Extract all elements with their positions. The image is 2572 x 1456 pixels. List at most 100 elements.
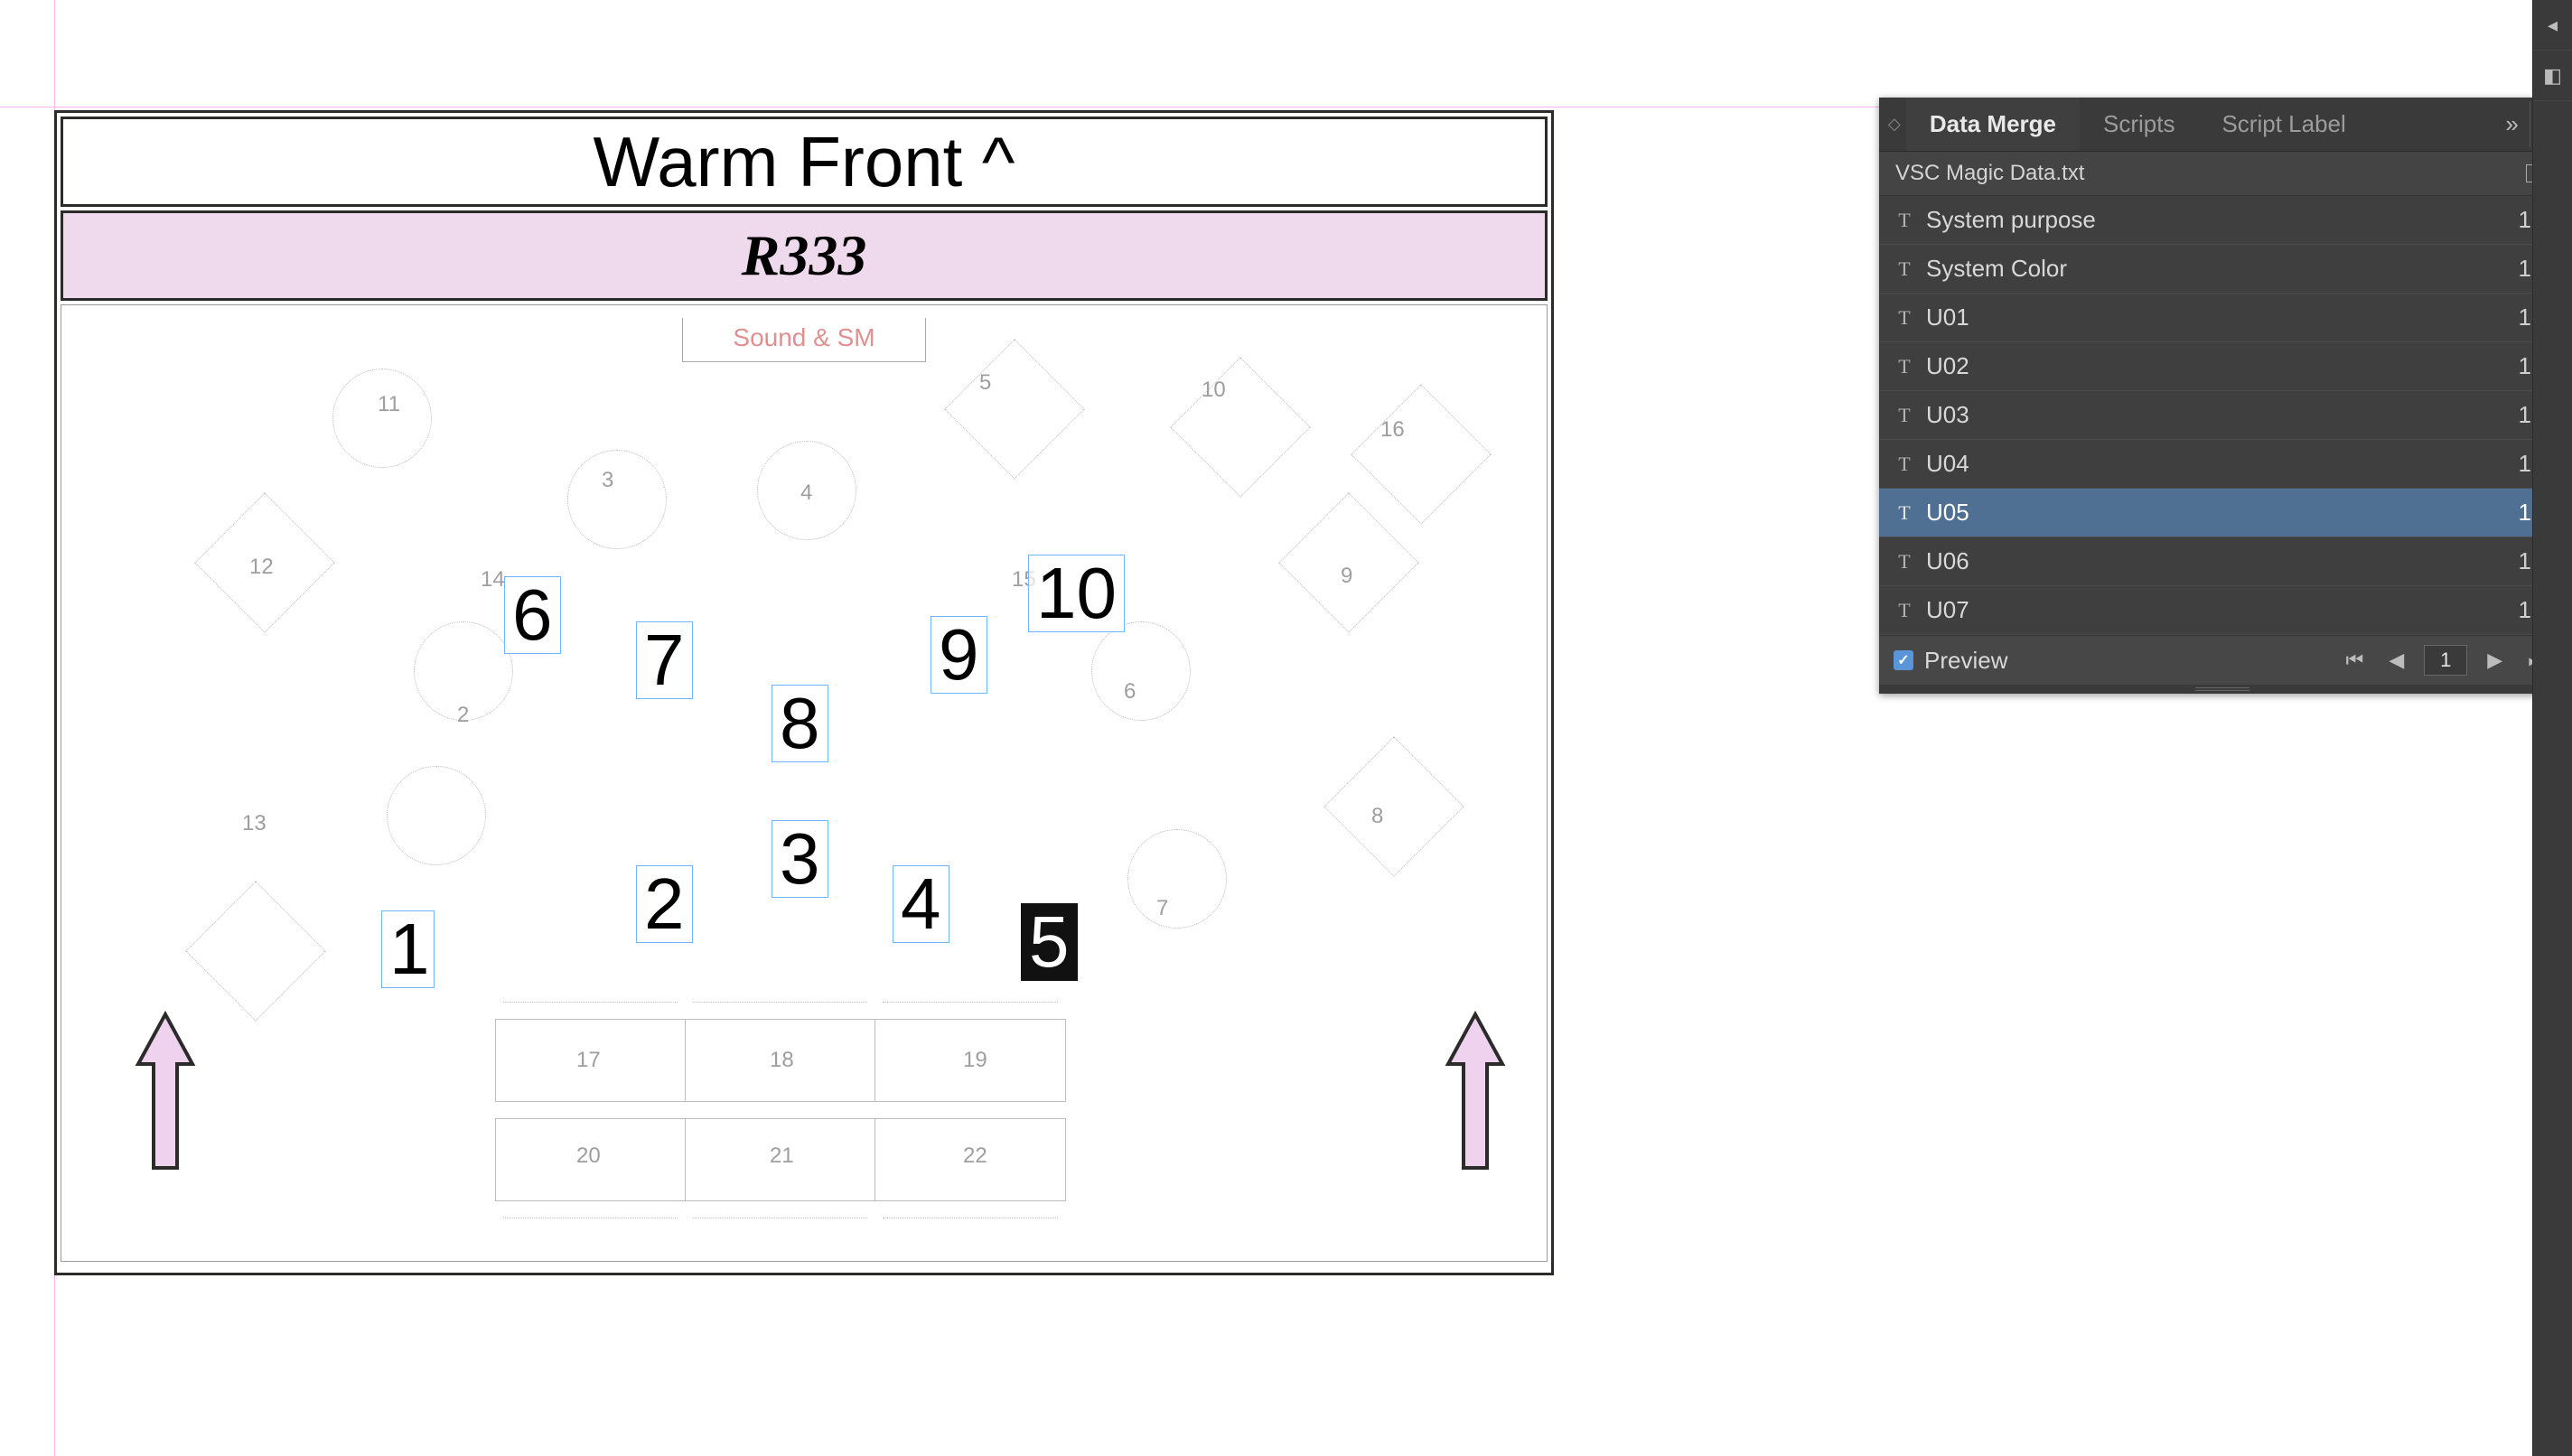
table-number: 13 (242, 811, 267, 836)
text-field-icon: T (1895, 453, 1913, 476)
table-number: 3 (602, 468, 613, 493)
unit-5-frame-selected[interactable]: 5 (1021, 903, 1078, 981)
ghost-table (387, 766, 486, 865)
table-number: 19 (963, 1048, 987, 1073)
data-source-row: VSC Magic Data.txt (1879, 152, 2566, 196)
subtitle-frame[interactable]: R333 (61, 210, 1548, 301)
table-number: 6 (1124, 679, 1136, 705)
text-field-icon: T (1895, 404, 1913, 427)
ghost-table (944, 339, 1085, 480)
collapse-panel-icon[interactable]: » (2494, 101, 2529, 147)
table-number: 18 (770, 1048, 794, 1073)
field-list: T System purpose 1 T System Color 1 T U0… (1879, 196, 2566, 635)
pager-first-icon[interactable]: ⏮ (2341, 645, 2370, 676)
table-number: 7 (1156, 896, 1168, 921)
field-name: System Color (1926, 255, 2067, 283)
data-merge-panel[interactable]: ◇ Data Merge Scripts Script Label » ≡ VS… (1879, 98, 2566, 694)
floorplan-frame[interactable]: Sound & SM (61, 304, 1548, 1262)
ghost-table (185, 881, 326, 1022)
unit-6-frame[interactable]: 6 (504, 576, 561, 654)
field-name: U05 (1926, 499, 1969, 527)
table-number: 4 (800, 481, 812, 506)
text-field-icon: T (1895, 599, 1913, 622)
pager-prev-icon[interactable]: ◀ (2383, 645, 2409, 676)
unit-3-frame[interactable]: 3 (772, 820, 828, 898)
panel-grip-icon[interactable]: ◇ (1879, 115, 1906, 134)
arrow-up-icon (1444, 1010, 1507, 1172)
table-number: 2 (457, 703, 469, 728)
page-frame[interactable]: Warm Front ^ R333 Sound & SM (54, 110, 1554, 1275)
unit-10-frame[interactable]: 10 (1028, 555, 1125, 632)
field-row[interactable]: T U04 1 (1879, 440, 2566, 489)
text-field-icon: T (1895, 306, 1913, 330)
field-name: U06 (1926, 547, 1969, 575)
preview-checkbox[interactable]: ✓ (1894, 650, 1913, 670)
field-row[interactable]: T System Color 1 (1879, 245, 2566, 294)
field-name: U07 (1926, 596, 1969, 624)
table-number: 8 (1371, 804, 1383, 829)
pager-page-input[interactable] (2424, 645, 2467, 676)
table-number: 11 (378, 392, 400, 417)
tab-scripts[interactable]: Scripts (2080, 98, 2198, 151)
text-field-icon: T (1895, 355, 1913, 378)
table-number: 22 (963, 1143, 987, 1169)
field-row[interactable]: T U01 1 (1879, 294, 2566, 342)
text-field-icon: T (1895, 550, 1913, 574)
table-number: 20 (576, 1143, 601, 1169)
unit-4-frame[interactable]: 4 (893, 865, 949, 943)
field-row-selected[interactable]: T U05 1 (1879, 489, 2566, 537)
ghost-table (1127, 829, 1227, 929)
dock-expand-icon[interactable]: ◂ (2533, 0, 2572, 51)
field-row[interactable]: T U06 1 (1879, 537, 2566, 586)
table-number: 14 (481, 567, 505, 593)
ghost-table (1351, 384, 1492, 525)
record-pager: ⏮ ◀ ▶ ⏭ (2341, 645, 2551, 676)
unit-2-frame[interactable]: 2 (636, 865, 693, 943)
subtitle-text: R333 (742, 222, 867, 289)
field-name: System purpose (1926, 206, 2096, 234)
table-number: 16 (1380, 417, 1405, 443)
panel-resize-grip[interactable] (1879, 685, 2566, 694)
ghost-table (1091, 621, 1191, 721)
unit-8-frame[interactable]: 8 (772, 685, 828, 762)
tab-script-label[interactable]: Script Label (2198, 98, 2369, 151)
panel-tabs: ◇ Data Merge Scripts Script Label » ≡ (1879, 98, 2566, 152)
table-number: 9 (1341, 564, 1352, 589)
field-name: U01 (1926, 303, 1969, 331)
right-dock: ◂ ◧ (2532, 0, 2572, 1456)
dock-panel-icon[interactable]: ◧ (2533, 51, 2572, 101)
table-number: 21 (770, 1143, 794, 1169)
preview-label: Preview (1924, 647, 2007, 675)
field-name: U02 (1926, 352, 1969, 380)
field-name: U04 (1926, 450, 1969, 478)
text-field-icon: T (1895, 257, 1913, 281)
unit-9-frame[interactable]: 9 (931, 616, 987, 694)
text-field-icon: T (1895, 501, 1913, 525)
data-source-filename: VSC Magic Data.txt (1895, 161, 2084, 186)
field-row[interactable]: T U07 1 (1879, 586, 2566, 635)
table-number: 10 (1202, 378, 1226, 403)
ghost-table (567, 450, 667, 549)
panel-footer: ✓ Preview ⏮ ◀ ▶ ⏭ (1879, 635, 2566, 685)
arrow-up-icon (134, 1010, 197, 1172)
table-number: 5 (979, 370, 991, 396)
field-row[interactable]: T System purpose 1 (1879, 196, 2566, 245)
field-name: U03 (1926, 401, 1969, 429)
table-number: 17 (576, 1048, 601, 1073)
unit-1-frame[interactable]: 1 (381, 910, 435, 988)
tab-data-merge[interactable]: Data Merge (1906, 98, 2080, 151)
text-field-icon: T (1895, 209, 1913, 232)
ghost-table (1278, 492, 1419, 633)
ghost-table (1323, 736, 1464, 877)
pager-next-icon[interactable]: ▶ (2482, 645, 2508, 676)
table-number: 12 (249, 555, 274, 580)
title-frame[interactable]: Warm Front ^ (61, 117, 1548, 207)
document-canvas[interactable]: Warm Front ^ R333 Sound & SM (0, 0, 1879, 1456)
ghost-table (332, 369, 432, 468)
title-text: Warm Front ^ (593, 121, 1015, 203)
sound-sm-label: Sound & SM (682, 318, 926, 362)
unit-7-frame[interactable]: 7 (636, 621, 693, 699)
ghost-table (1170, 357, 1311, 498)
field-row[interactable]: T U02 1 (1879, 342, 2566, 391)
field-row[interactable]: T U03 1 (1879, 391, 2566, 440)
